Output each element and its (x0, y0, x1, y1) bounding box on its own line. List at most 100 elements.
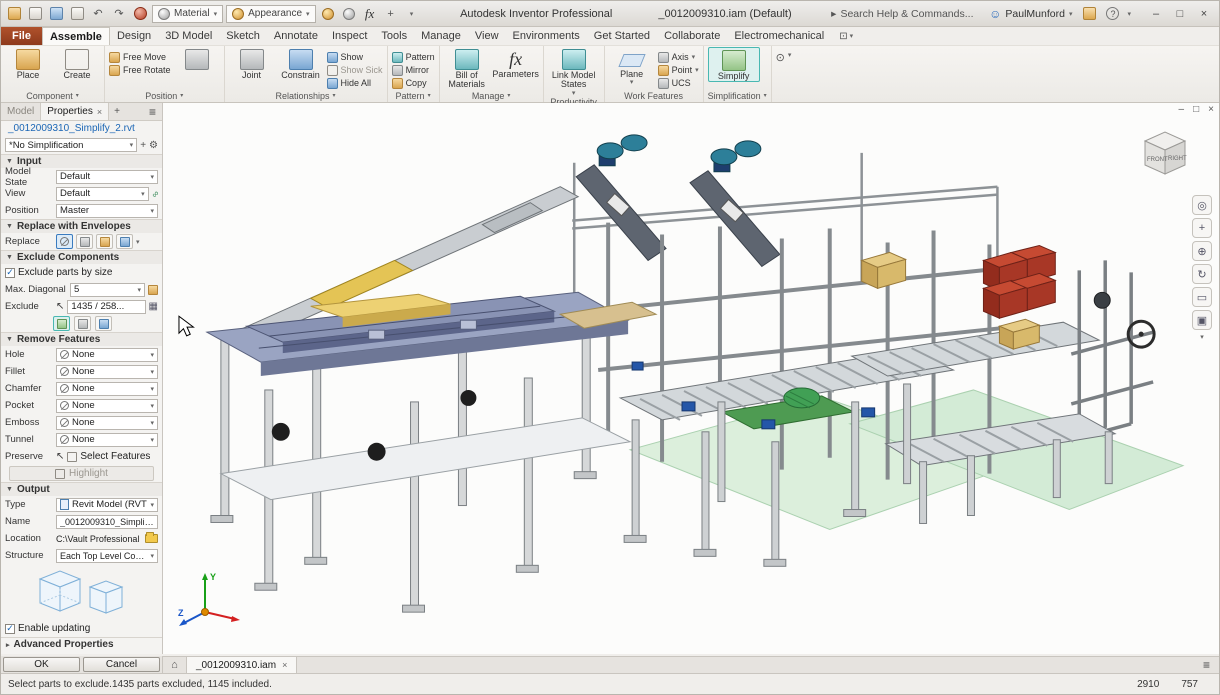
graphics-viewport[interactable]: – □ × (163, 103, 1219, 654)
material-dropdown[interactable]: Material ▾ (152, 5, 223, 23)
help-icon[interactable]: ? (1106, 7, 1119, 20)
section-replace[interactable]: ▼Replace with Envelopes (1, 219, 162, 233)
qat-customize-icon[interactable]: ▾ (403, 6, 421, 22)
select-arrow-icon[interactable]: ↖ (56, 301, 64, 312)
tunnel-dropdown[interactable]: None▾ (56, 433, 158, 447)
replace-none-button[interactable] (56, 234, 73, 249)
ribbon-display-options[interactable]: ⊡▾ (831, 27, 861, 45)
simplify-doc-link[interactable]: _0012009310_Simplify_2.rvt (1, 121, 162, 136)
structure-dropdown[interactable]: Each Top Level Comp▾ (56, 549, 158, 563)
clear-overrides-icon[interactable] (340, 6, 358, 22)
type-dropdown[interactable]: Revit Model (RVT▾ (56, 498, 158, 512)
exclude-count-field[interactable]: 1435 / 258... (67, 300, 145, 314)
tab-3d-model[interactable]: 3D Model (158, 27, 219, 45)
ucs-button[interactable]: UCS (658, 77, 699, 89)
panel-label-component[interactable]: Component▾ (5, 89, 100, 102)
panel-label-position[interactable]: Position▾ (109, 89, 220, 102)
grid-snap-button[interactable] (174, 47, 220, 71)
tab-electromechanical[interactable]: Electromechanical (727, 27, 831, 45)
show-button[interactable]: Show (327, 51, 383, 63)
view-options-icon[interactable]: ▣ (1192, 310, 1212, 330)
preset-settings-icon[interactable]: ⚙ (149, 140, 158, 151)
place-button[interactable]: Place (5, 47, 51, 80)
exclude-by-size-checkbox[interactable]: ✓ (5, 268, 15, 278)
parameters-quick-icon[interactable]: fx (361, 6, 379, 22)
tab-inspect[interactable]: Inspect (325, 27, 374, 45)
simplify-button[interactable]: Simplify (711, 48, 757, 81)
adjust-icon[interactable] (319, 6, 337, 22)
replace-all-in-one-button[interactable] (76, 234, 93, 249)
constrain-button[interactable]: Constrain (278, 47, 324, 80)
section-exclude[interactable]: ▼Exclude Components (1, 250, 162, 264)
panel-menu-icon[interactable]: ≡ (143, 103, 162, 120)
tab-manage[interactable]: Manage (414, 27, 468, 45)
bill-of-materials-button[interactable]: Bill of Materials (444, 47, 490, 90)
open-icon[interactable] (47, 6, 65, 22)
show-excluded-button[interactable] (53, 316, 70, 331)
save-icon[interactable] (68, 6, 86, 22)
orbit-icon[interactable]: ↻ (1192, 264, 1212, 284)
panel-label-simplification[interactable]: Simplification▾ (708, 89, 767, 102)
show-all-button[interactable] (95, 316, 112, 331)
hole-dropdown[interactable]: None▾ (56, 348, 158, 362)
tab-model[interactable]: Model (1, 103, 40, 120)
position-dropdown[interactable]: Master▾ (56, 204, 158, 218)
panel-label-work-features[interactable]: Work Features (609, 89, 699, 102)
max-diagonal-dropdown[interactable]: 5▾ (70, 283, 145, 297)
home-icon[interactable]: ⌂ (163, 657, 187, 673)
look-at-icon[interactable]: ▭ (1192, 287, 1212, 307)
point-button[interactable]: Point▾ (658, 64, 699, 76)
undo-icon[interactable]: ↶ (89, 6, 107, 22)
restore-button[interactable]: □ (1169, 5, 1191, 23)
link-icon[interactable]: ∞ (149, 188, 161, 200)
app-menu-icon[interactable] (5, 6, 23, 22)
panel-label-pattern[interactable]: Pattern▾ (392, 89, 435, 102)
3d-model-canvas[interactable] (163, 103, 1219, 654)
view-dropdown[interactable]: Default▾ (56, 187, 149, 201)
viewcube-front-label[interactable]: FRONT (1147, 157, 1168, 163)
document-tab[interactable]: _0012009310.iam × (187, 657, 297, 673)
tab-assemble[interactable]: Assemble (42, 27, 110, 45)
viewcube-right-label[interactable]: RIGHT (1168, 156, 1187, 162)
enable-updating-checkbox[interactable]: ✓ (5, 624, 15, 634)
name-field[interactable]: _0012009310_Simplify_2 (56, 515, 158, 529)
tab-view[interactable]: View (468, 27, 506, 45)
update-icon[interactable] (131, 6, 149, 22)
store-icon[interactable] (1080, 6, 1098, 22)
minimize-button[interactable]: – (1145, 5, 1167, 23)
replace-each-top-level-button[interactable] (96, 234, 113, 249)
fillet-dropdown[interactable]: None▾ (56, 365, 158, 379)
preserve-value[interactable]: Select Features (80, 451, 150, 462)
navigation-wheel-icon[interactable]: ◎ (1192, 195, 1212, 215)
add-preset-button[interactable]: + (140, 140, 146, 151)
close-button[interactable]: × (1193, 5, 1215, 23)
tab-sketch[interactable]: Sketch (219, 27, 267, 45)
close-doc-icon[interactable]: × (282, 660, 287, 670)
tab-annotate[interactable]: Annotate (267, 27, 325, 45)
doc-close-button[interactable]: × (1208, 104, 1214, 115)
create-button[interactable]: Create (54, 47, 100, 80)
free-move-button[interactable]: Free Move (109, 51, 171, 63)
help-search-input[interactable]: ▸ Search Help & Commands... (831, 8, 981, 20)
doc-minimize-button[interactable]: – (1179, 104, 1185, 115)
tab-properties[interactable]: Properties× (40, 103, 109, 120)
ok-button[interactable]: OK (3, 657, 80, 672)
free-rotate-button[interactable]: Free Rotate (109, 64, 171, 76)
tab-file[interactable]: File (1, 27, 42, 45)
user-account[interactable]: ☺ PaulMunford ▾ (989, 7, 1072, 21)
hide-all-button[interactable]: Hide All (327, 77, 383, 89)
exclude-grid-icon[interactable]: ▦ (149, 301, 158, 312)
link-model-states-button[interactable]: Link Model States▾ (548, 47, 600, 97)
close-tab-icon[interactable]: × (97, 107, 102, 117)
folder-icon[interactable] (145, 534, 158, 543)
highlight-button[interactable]: Highlight (9, 466, 154, 481)
tab-get-started[interactable]: Get Started (587, 27, 657, 45)
panel-label-manage[interactable]: Manage▾ (444, 90, 539, 102)
view-cube[interactable]: FRONT RIGHT (1135, 123, 1193, 181)
tab-environments[interactable]: Environments (506, 27, 587, 45)
appearance-dropdown[interactable]: Appearance ▾ (226, 5, 315, 23)
section-output[interactable]: ▼Output (1, 482, 162, 496)
select-arrow-icon[interactable]: ↖ (56, 451, 64, 462)
mirror-button[interactable]: Mirror (392, 64, 435, 76)
parameters-button[interactable]: fxParameters (493, 47, 539, 79)
